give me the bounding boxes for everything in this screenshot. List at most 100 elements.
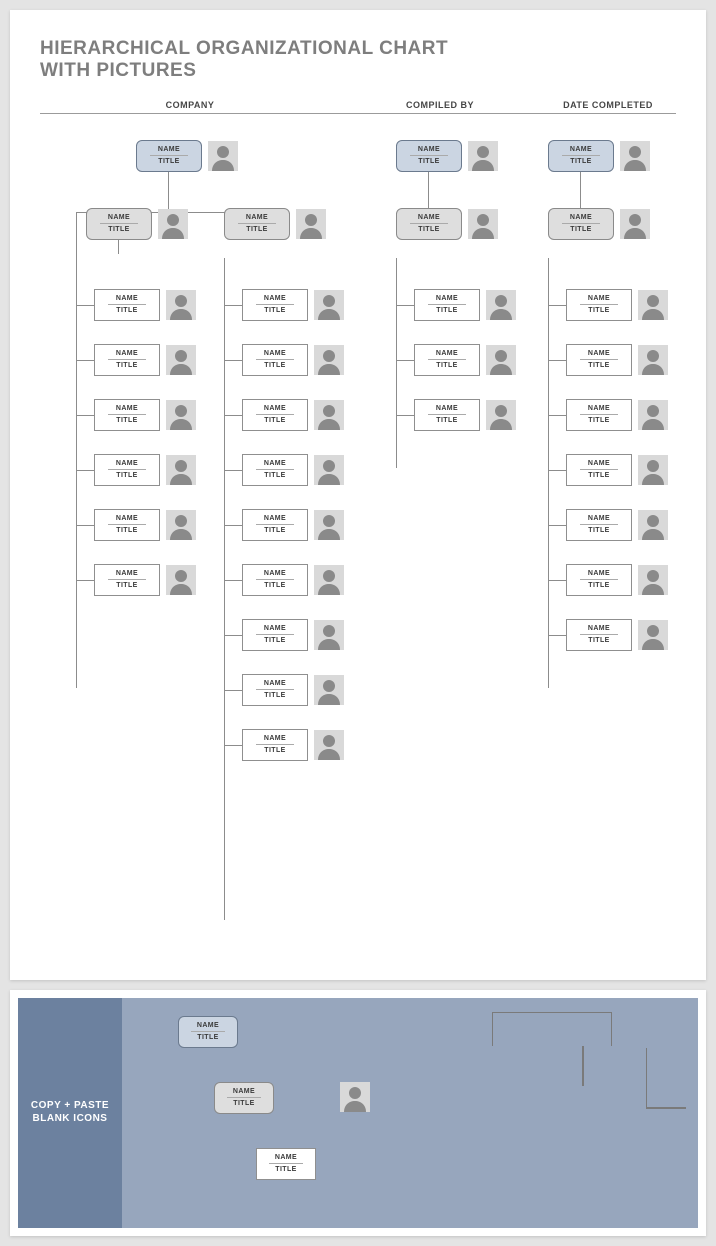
org-node-leaf[interactable]: NAMETITLE — [242, 454, 344, 486]
connector — [548, 415, 566, 416]
name-label: NAME — [264, 570, 286, 577]
org-node-leaf[interactable]: NAMETITLE — [94, 564, 196, 596]
org-node-sub[interactable]: NAMETITLE — [224, 208, 326, 240]
org-node-root[interactable]: NAMETITLE — [396, 140, 498, 172]
blank-icons-panel: COPY + PASTE BLANK ICONS NAMETITLE NAMET… — [10, 990, 706, 1236]
connector — [76, 360, 94, 361]
avatar-icon — [166, 345, 196, 375]
connector-sample[interactable] — [492, 1012, 552, 1046]
connector — [224, 635, 242, 636]
org-node-leaf[interactable]: NAME TITLE — [242, 729, 344, 761]
name-label: NAME — [116, 460, 138, 467]
avatar-icon — [468, 209, 498, 239]
title-label: TITLE — [108, 579, 146, 589]
name-label: NAME — [436, 350, 458, 357]
avatar-icon — [166, 290, 196, 320]
title-label: TITLE — [428, 359, 466, 369]
org-card: NAMETITLE — [414, 289, 480, 321]
connector-sample[interactable] — [646, 1108, 686, 1109]
org-node-leaf[interactable]: NAMETITLE — [566, 344, 668, 376]
connector-sample[interactable] — [552, 1012, 612, 1046]
title-label: TITLE — [580, 469, 618, 479]
avatar-icon — [638, 345, 668, 375]
org-node-leaf[interactable]: NAMETITLE — [414, 399, 516, 431]
connector-sample[interactable] — [646, 1048, 686, 1108]
connector — [224, 360, 242, 361]
avatar-icon — [638, 620, 668, 650]
connector — [224, 525, 242, 526]
name-label: NAME — [264, 735, 286, 742]
org-node-leaf[interactable]: NAMETITLE — [94, 509, 196, 541]
connector — [76, 580, 94, 581]
org-card: NAMETITLE — [566, 289, 632, 321]
org-node-leaf[interactable]: NAMETITLE — [242, 509, 344, 541]
org-node-leaf[interactable]: NAME TITLE — [414, 344, 516, 376]
org-node-leaf[interactable]: NAMETITLE — [242, 344, 344, 376]
org-node-leaf[interactable]: NAME TITLE — [242, 564, 344, 596]
connector — [76, 470, 94, 471]
org-node-leaf[interactable]: NAMETITLE — [414, 289, 516, 321]
blank-photo-icon[interactable] — [340, 1082, 370, 1112]
org-node-leaf[interactable]: NAMETITLE — [242, 619, 344, 651]
connector — [224, 305, 242, 306]
org-card: NAMETITLE — [566, 344, 632, 376]
org-node-leaf[interactable]: NAMETITLE — [242, 399, 344, 431]
org-node-leaf[interactable]: NAME TITLE — [94, 454, 196, 486]
org-card: NAMETITLE — [566, 564, 632, 596]
title-label: TITLE — [108, 469, 146, 479]
org-node-leaf[interactable]: NAMETITLE — [242, 289, 344, 321]
name-label: NAME — [116, 295, 138, 302]
org-node-leaf[interactable]: NAMETITLE — [94, 344, 196, 376]
org-node-leaf[interactable]: NAMETITLE — [242, 674, 344, 706]
org-node-leaf[interactable]: NAMETITLE — [566, 454, 668, 486]
name-label: NAME — [588, 515, 610, 522]
title-label: TITLE — [256, 359, 294, 369]
org-node-root[interactable]: NAMETITLE — [548, 140, 650, 172]
org-node-leaf[interactable]: NAMETITLE — [566, 289, 668, 321]
connector — [548, 258, 549, 688]
name-label: NAME — [418, 214, 440, 221]
name-label: NAME — [275, 1154, 297, 1161]
avatar-icon — [620, 209, 650, 239]
org-card: NAMETITLE — [94, 399, 160, 431]
title-label: TITLE — [256, 744, 294, 754]
connector — [76, 212, 77, 688]
org-card: NAMETITLE — [242, 344, 308, 376]
org-node-leaf[interactable]: NAMETITLE — [566, 564, 668, 596]
org-node-sub[interactable]: NAMETITLE — [548, 208, 650, 240]
org-card: NAMETITLE — [396, 140, 462, 172]
name-label: NAME — [264, 680, 286, 687]
org-node-leaf[interactable]: NAMETITLE — [566, 619, 668, 651]
name-label: NAME — [197, 1022, 219, 1029]
org-node-sub[interactable]: NAMETITLE — [86, 208, 188, 240]
org-node-sub[interactable]: NAMETITLE — [396, 208, 498, 240]
name-label: NAME — [246, 214, 268, 221]
avatar-icon — [314, 620, 344, 650]
org-node-root[interactable]: NAME TITLE — [136, 140, 238, 172]
avatar-icon — [314, 400, 344, 430]
blank-icons-area: COPY + PASTE BLANK ICONS NAMETITLE NAMET… — [18, 998, 698, 1228]
avatar-icon — [166, 400, 196, 430]
blank-root-card[interactable]: NAMETITLE — [178, 1016, 238, 1048]
name-label: NAME — [570, 146, 592, 153]
org-node-leaf[interactable]: NAMETITLE — [566, 399, 668, 431]
title-label: TITLE — [256, 579, 294, 589]
title-label: TITLE — [580, 359, 618, 369]
avatar-icon — [314, 675, 344, 705]
avatar-icon — [340, 1082, 370, 1112]
connector — [548, 470, 566, 471]
blank-icons-canvas: NAMETITLE NAMETITLE NAMETITLE — [122, 998, 698, 1228]
name-label: NAME — [264, 405, 286, 412]
blank-sub-card[interactable]: NAMETITLE — [214, 1082, 274, 1114]
connector — [548, 635, 566, 636]
org-node-leaf[interactable]: NAMETITLE — [94, 399, 196, 431]
org-node-leaf[interactable]: NAMETITLE — [566, 509, 668, 541]
org-node-leaf[interactable]: NAMETITLE — [94, 289, 196, 321]
org-card: NAMETITLE — [566, 619, 632, 651]
avatar-icon — [486, 400, 516, 430]
name-label: NAME — [588, 295, 610, 302]
connector-sample[interactable] — [582, 1046, 584, 1086]
avatar-icon — [486, 345, 516, 375]
org-card: NAMETITLE — [94, 564, 160, 596]
blank-leaf-card[interactable]: NAMETITLE — [256, 1148, 316, 1180]
